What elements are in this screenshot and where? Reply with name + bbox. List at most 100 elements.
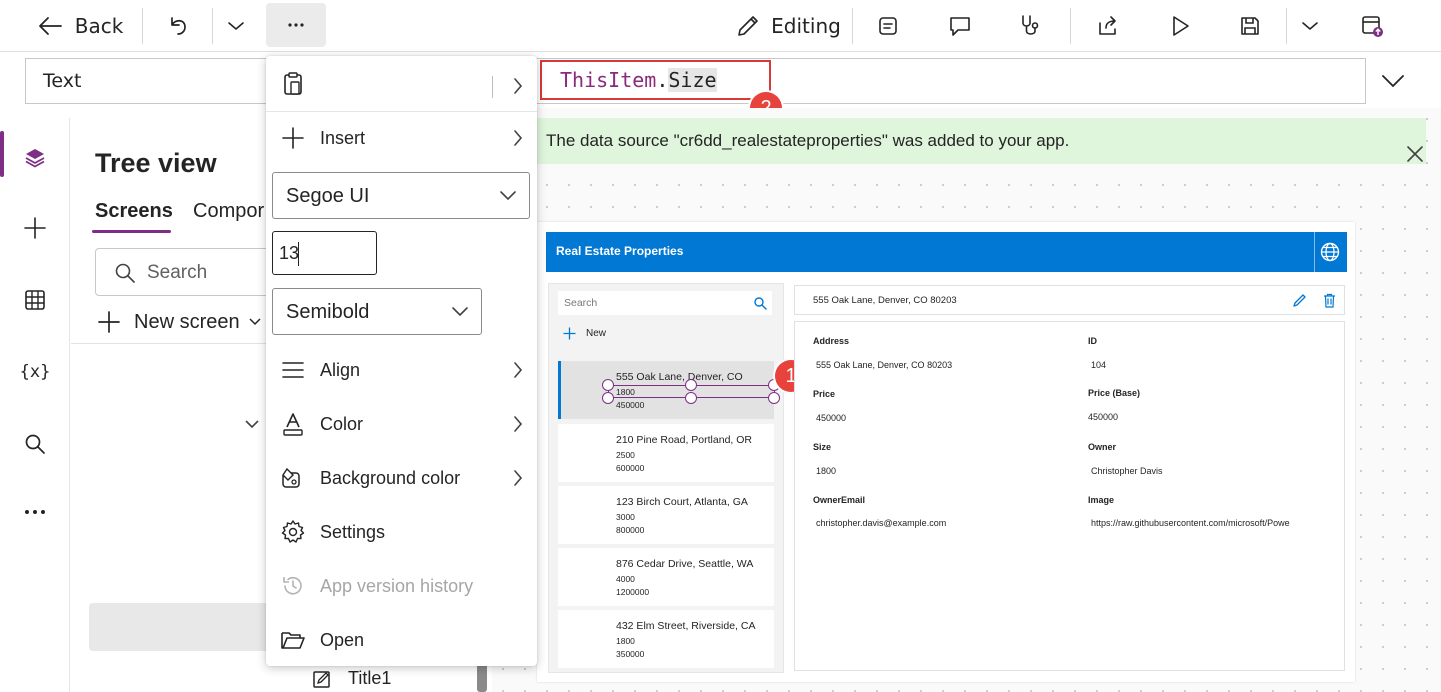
new-screen-button[interactable]: New screen: [98, 308, 262, 336]
command-bar: Back Editing: [0, 0, 1441, 52]
chevron-down-icon: [244, 418, 260, 430]
tab-components[interactable]: Compor: [193, 200, 264, 223]
gallery-item[interactable]: 432 Elm Street, Riverside, CA 1800 35000…: [558, 610, 774, 668]
formula-dot-token: .: [656, 68, 669, 92]
gear-icon: [280, 519, 306, 545]
comment-icon: [947, 14, 973, 38]
layers-icon: [23, 146, 47, 170]
back-button[interactable]: Back: [30, 4, 130, 48]
label-control-icon: [312, 669, 332, 689]
comments-button[interactable]: [942, 4, 978, 48]
resize-handle[interactable]: [602, 379, 614, 391]
gallery-item-price: 600000: [616, 463, 645, 473]
field-label: Address: [813, 336, 850, 346]
expand-formula-button[interactable]: [1380, 72, 1406, 90]
plus-icon: [280, 125, 306, 151]
more-rail-button[interactable]: [17, 494, 53, 530]
header-divider: [1314, 232, 1315, 272]
search-icon: [23, 432, 47, 456]
gallery-item[interactable]: 123 Birch Court, Atlanta, GA 3000 800000: [558, 486, 774, 544]
save-button[interactable]: [1232, 4, 1268, 48]
data-rail-button[interactable]: [17, 282, 53, 318]
font-size-input[interactable]: 13: [272, 231, 377, 275]
variables-rail-button[interactable]: {x}: [17, 354, 53, 390]
tree-selected-row[interactable]: [89, 603, 279, 651]
text-cursor: [298, 242, 299, 266]
font-weight-dropdown[interactable]: Semibold: [272, 288, 482, 335]
undo-dropdown-button[interactable]: [218, 4, 254, 48]
background-color-menu-item[interactable]: Background color: [266, 456, 537, 500]
undo-icon: [166, 14, 190, 38]
globe-button[interactable]: [1319, 241, 1341, 263]
plus-icon: [98, 311, 120, 333]
gallery-item-price: 350000: [616, 649, 645, 659]
publish-button[interactable]: [1352, 4, 1392, 48]
app-version-history-menu-item: App version history: [266, 564, 537, 608]
variables-icon: {x}: [19, 362, 51, 382]
resize-handle[interactable]: [685, 392, 697, 404]
color-menu-item[interactable]: Color: [266, 402, 537, 446]
field-value: https://raw.githubusercontent.com/micros…: [1091, 518, 1290, 528]
font-color-icon: [280, 411, 306, 437]
gallery-item-address: 210 Pine Road, Portland, OR: [616, 434, 752, 446]
detail-header: 555 Oak Lane, Denver, CO 80203: [794, 285, 1345, 315]
editing-label: Editing: [771, 14, 841, 38]
publish-icon: [1359, 13, 1385, 39]
field-value: 450000: [1088, 412, 1119, 422]
history-icon: [280, 573, 306, 599]
detail-heading: 555 Oak Lane, Denver, CO 80203: [813, 295, 957, 306]
chevron-down-icon: [248, 317, 262, 327]
gallery-item[interactable]: 210 Pine Road, Portland, OR 2500 600000: [558, 424, 774, 482]
new-record-label: New: [586, 328, 607, 339]
formula-object-token: ThisItem: [560, 68, 657, 92]
formula-expression[interactable]: ThisItem.Size: [540, 60, 771, 100]
field-label: ID: [1088, 336, 1097, 346]
chevron-right-icon: [513, 361, 523, 379]
preview-button[interactable]: [1162, 4, 1198, 48]
data-source-notice: The data source "cr6dd_realestatepropert…: [536, 118, 1426, 164]
font-size-value: 13: [279, 243, 300, 263]
gallery-search-input[interactable]: Search: [558, 291, 772, 315]
resize-handle[interactable]: [602, 392, 614, 404]
tab-screens[interactable]: Screens: [95, 200, 173, 223]
tree-view-rail-button[interactable]: [17, 140, 53, 176]
edit-record-button[interactable]: [1292, 293, 1307, 308]
delete-record-button[interactable]: [1323, 293, 1336, 308]
health-check-button[interactable]: [1012, 4, 1048, 48]
new-record-button[interactable]: New: [563, 327, 606, 340]
tree-node-label: Title1: [348, 668, 392, 688]
field-value: christopher.davis@example.com: [816, 518, 947, 528]
field-value: Christopher Davis: [1091, 466, 1163, 476]
app-checker-button[interactable]: [870, 4, 906, 48]
play-icon: [1169, 14, 1191, 38]
font-family-dropdown[interactable]: Segoe UI: [272, 172, 530, 219]
property-selector[interactable]: Text: [25, 58, 271, 104]
tree-node-expander[interactable]: [244, 418, 260, 430]
align-menu-item[interactable]: Align: [266, 348, 537, 392]
field-value: 450000: [816, 413, 847, 423]
insert-rail-button[interactable]: [17, 210, 53, 246]
notes-icon: [876, 14, 900, 38]
folder-open-icon: [280, 627, 306, 653]
resize-handle[interactable]: [685, 379, 697, 391]
more-commands-button[interactable]: [266, 3, 326, 47]
search-rail-button[interactable]: [17, 426, 53, 462]
save-options-button[interactable]: [1292, 4, 1328, 48]
gallery-item-size: 3000: [616, 512, 635, 522]
chevron-right-icon[interactable]: [513, 77, 523, 95]
field-label: OwnerEmail: [813, 495, 866, 505]
gallery-search-placeholder: Search: [564, 297, 598, 309]
undo-button[interactable]: [158, 4, 198, 48]
open-menu-item[interactable]: Open: [266, 618, 537, 662]
paste-menu-item[interactable]: [266, 60, 537, 108]
share-button[interactable]: [1090, 4, 1126, 48]
editing-mode-button[interactable]: Editing: [732, 4, 844, 48]
gallery-item[interactable]: 876 Cedar Drive, Seattle, WA 4000 120000…: [558, 548, 774, 606]
align-icon: [280, 357, 306, 383]
insert-menu-item[interactable]: Insert: [266, 116, 537, 160]
settings-menu-item[interactable]: Settings: [266, 510, 537, 554]
tree-search-input[interactable]: Search: [95, 248, 285, 296]
formula-field-token: Size: [668, 68, 717, 92]
tree-node-title1[interactable]: Title1: [312, 668, 391, 689]
resize-handle[interactable]: [768, 392, 780, 404]
